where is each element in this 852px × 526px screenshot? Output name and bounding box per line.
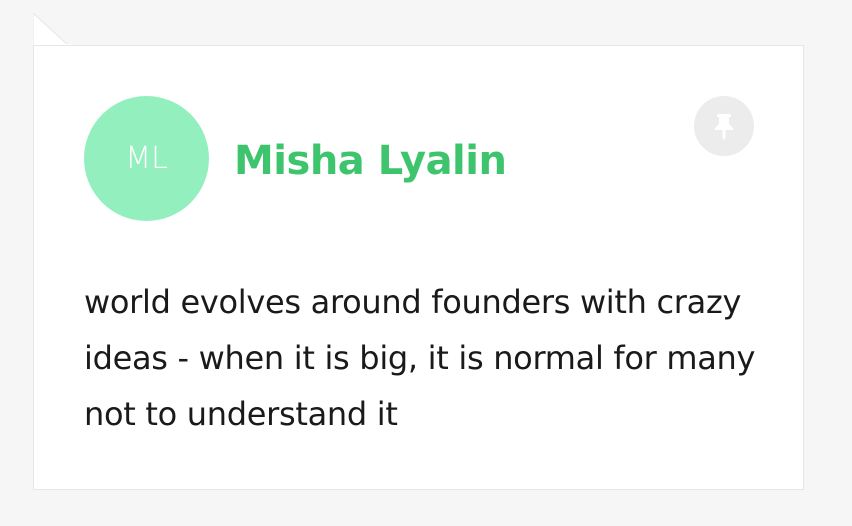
avatar: ML	[84, 96, 209, 221]
author-name[interactable]: Misha Lyalin	[234, 138, 507, 184]
quote-card-stage: ML Misha Lyalin world evolves around fou…	[0, 0, 852, 526]
pin-button[interactable]	[694, 96, 754, 156]
quote-card: ML Misha Lyalin world evolves around fou…	[33, 45, 804, 490]
avatar-initials: ML	[125, 141, 168, 176]
pin-icon	[715, 114, 733, 140]
quote-text: world evolves around founders with crazy…	[84, 283, 756, 433]
speech-bubble-tail	[33, 13, 73, 47]
